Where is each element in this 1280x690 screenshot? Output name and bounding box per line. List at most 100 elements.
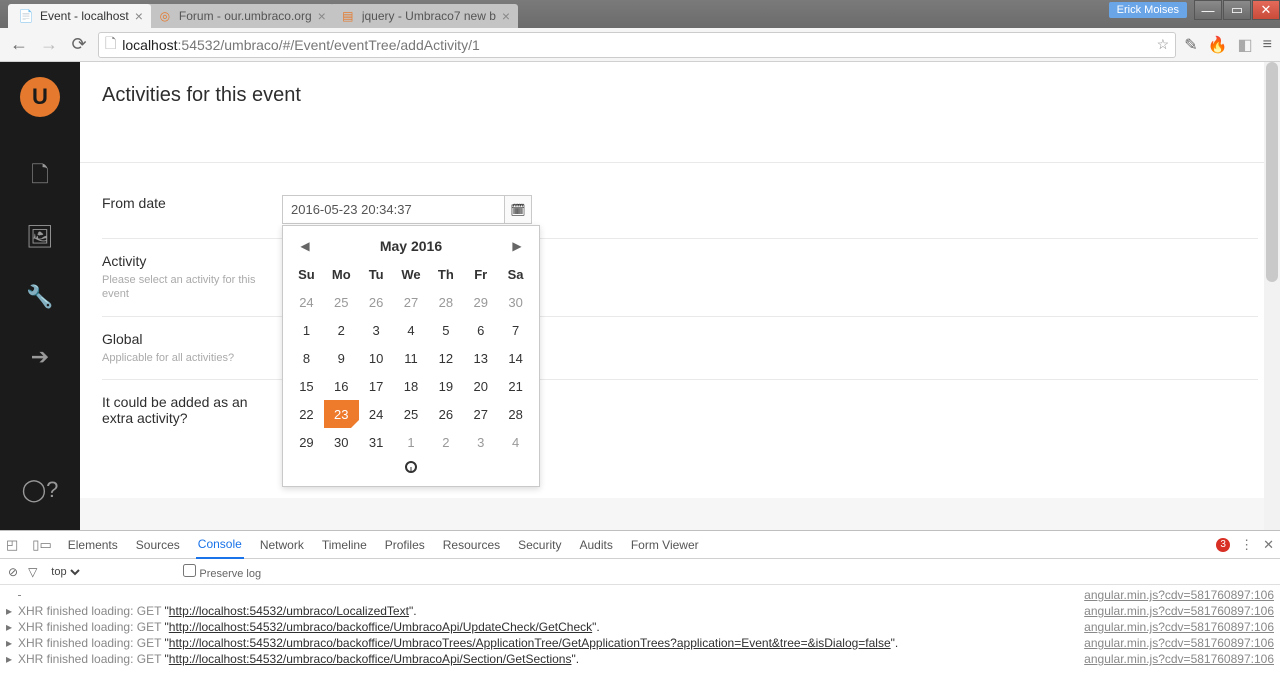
- devtools-tab-network[interactable]: Network: [258, 531, 306, 559]
- datepicker-day[interactable]: 9: [324, 344, 359, 372]
- pen-extension-icon[interactable]: ✎: [1184, 35, 1197, 55]
- datepicker-day[interactable]: 14: [498, 344, 533, 372]
- devtools-tab-resources[interactable]: Resources: [441, 531, 502, 559]
- section-settings-icon[interactable]: 🔧: [0, 267, 80, 327]
- datepicker-day[interactable]: 27: [394, 288, 429, 316]
- datepicker-day[interactable]: 3: [463, 428, 498, 456]
- time-picker-toggle-icon[interactable]: [405, 461, 417, 473]
- datepicker-day[interactable]: 5: [428, 316, 463, 344]
- datepicker-day[interactable]: 18: [394, 372, 429, 400]
- url-input[interactable]: 🗋 localhost:54532/umbraco/#/Event/eventT…: [98, 32, 1176, 58]
- datepicker-day[interactable]: 2: [324, 316, 359, 344]
- datepicker-day[interactable]: 6: [463, 316, 498, 344]
- devtools-tab-form-viewer[interactable]: Form Viewer: [629, 531, 701, 559]
- datepicker-day[interactable]: 11: [394, 344, 429, 372]
- datepicker-dow: Tu: [359, 260, 394, 288]
- device-toggle-icon[interactable]: ▯▭: [32, 537, 51, 553]
- datepicker-day[interactable]: 1: [394, 428, 429, 456]
- bookmark-star-icon[interactable]: ☆: [1157, 36, 1170, 53]
- help-icon[interactable]: ◯?: [0, 460, 80, 520]
- browser-tab[interactable]: ▤ jquery - Umbraco7 new b ×: [330, 4, 518, 28]
- datepicker-day[interactable]: 30: [498, 288, 533, 316]
- datepicker-day[interactable]: 16: [324, 372, 359, 400]
- datepicker-day[interactable]: 13: [463, 344, 498, 372]
- inspect-icon[interactable]: ◰: [6, 537, 18, 553]
- datepicker-day[interactable]: 29: [289, 428, 324, 456]
- console-log-line[interactable]: ▸XHR finished loading: GET "http://local…: [6, 635, 1274, 651]
- datepicker-day[interactable]: 24: [359, 400, 394, 428]
- devtools-tab-elements[interactable]: Elements: [66, 531, 120, 559]
- next-month-button[interactable]: ▶: [507, 239, 527, 253]
- umbraco-logo-icon[interactable]: U: [20, 77, 60, 117]
- devtools-menu-icon[interactable]: ⋮: [1240, 537, 1253, 553]
- devtools-tab-console[interactable]: Console: [196, 531, 244, 559]
- section-content-icon[interactable]: 🗋: [0, 147, 80, 207]
- devtools-tab-profiles[interactable]: Profiles: [383, 531, 427, 559]
- devtools-tab-timeline[interactable]: Timeline: [320, 531, 369, 559]
- calendar-toggle-button[interactable]: 🗓: [504, 195, 532, 224]
- forward-button[interactable]: →: [38, 34, 60, 55]
- from-date-input[interactable]: [282, 195, 504, 224]
- back-button[interactable]: ←: [8, 34, 30, 55]
- chrome-user-badge[interactable]: Erick Moises: [1109, 2, 1187, 18]
- datepicker-day[interactable]: 28: [498, 400, 533, 428]
- datepicker-day[interactable]: 26: [428, 400, 463, 428]
- tab-close-icon[interactable]: ×: [318, 8, 326, 24]
- console-log-line[interactable]: ▸XHR finished loading: GET "http://local…: [6, 603, 1274, 619]
- window-close-button[interactable]: ✕: [1252, 0, 1280, 20]
- browser-tab-active[interactable]: 📄 Event - localhost ×: [8, 4, 151, 28]
- datepicker-day[interactable]: 15: [289, 372, 324, 400]
- error-count-icon[interactable]: 3: [1216, 538, 1230, 552]
- preserve-log-checkbox[interactable]: Preserve log: [183, 564, 261, 580]
- section-media-icon[interactable]: 🖼: [0, 207, 80, 267]
- datepicker-day[interactable]: 1: [289, 316, 324, 344]
- reload-button[interactable]: ⟳: [68, 34, 90, 55]
- devtools-tab-sources[interactable]: Sources: [134, 531, 182, 559]
- datepicker-day[interactable]: 27: [463, 400, 498, 428]
- window-maximize-button[interactable]: ▭: [1223, 0, 1251, 20]
- extension-icon[interactable]: ◧: [1238, 35, 1253, 55]
- scrollbar[interactable]: [1264, 62, 1280, 530]
- window-minimize-button[interactable]: —: [1194, 0, 1222, 20]
- chrome-menu-icon[interactable]: ≡: [1263, 36, 1272, 54]
- datepicker-day[interactable]: 23: [324, 400, 359, 428]
- console-log-line[interactable]: ▸XHR finished loading: GET "http://local…: [6, 619, 1274, 635]
- section-arrow-icon[interactable]: ➔: [0, 327, 80, 387]
- datepicker-day[interactable]: 25: [394, 400, 429, 428]
- datepicker-day[interactable]: 30: [324, 428, 359, 456]
- datepicker-day[interactable]: 4: [394, 316, 429, 344]
- datepicker-day[interactable]: 19: [428, 372, 463, 400]
- browser-tab[interactable]: ◎ Forum - our.umbraco.org ×: [147, 4, 334, 28]
- context-selector[interactable]: top: [47, 565, 83, 579]
- datepicker-day[interactable]: 29: [463, 288, 498, 316]
- datepicker-day[interactable]: 4: [498, 428, 533, 456]
- prev-month-button[interactable]: ◀: [295, 239, 315, 253]
- datepicker-day[interactable]: 2: [428, 428, 463, 456]
- datepicker-day[interactable]: 22: [289, 400, 324, 428]
- console-log-line[interactable]: ▸XHR finished loading: GET "http://local…: [6, 651, 1274, 667]
- datepicker-day[interactable]: 31: [359, 428, 394, 456]
- devtools-tab-audits[interactable]: Audits: [577, 531, 614, 559]
- fire-extension-icon[interactable]: 🔥: [1208, 35, 1228, 55]
- datepicker-day[interactable]: 8: [289, 344, 324, 372]
- datepicker-day[interactable]: 3: [359, 316, 394, 344]
- tab-close-icon[interactable]: ×: [135, 8, 143, 24]
- datepicker-day[interactable]: 12: [428, 344, 463, 372]
- devtools-tab-security[interactable]: Security: [516, 531, 563, 559]
- datepicker-day[interactable]: 24: [289, 288, 324, 316]
- datepicker-day[interactable]: 26: [359, 288, 394, 316]
- tab-close-icon[interactable]: ×: [502, 8, 510, 24]
- datepicker-dow: Th: [428, 260, 463, 288]
- datepicker-day[interactable]: 10: [359, 344, 394, 372]
- datepicker-day[interactable]: 7: [498, 316, 533, 344]
- datepicker-month[interactable]: May 2016: [380, 238, 442, 254]
- umbraco-favicon-icon: ◎: [157, 8, 173, 24]
- datepicker-day[interactable]: 17: [359, 372, 394, 400]
- datepicker-day[interactable]: 25: [324, 288, 359, 316]
- datepicker-day[interactable]: 21: [498, 372, 533, 400]
- devtools-close-icon[interactable]: ✕: [1263, 537, 1274, 553]
- datepicker-day[interactable]: 20: [463, 372, 498, 400]
- filter-icon[interactable]: ▽: [28, 565, 37, 579]
- clear-console-icon[interactable]: ⊘: [8, 565, 18, 579]
- datepicker-day[interactable]: 28: [428, 288, 463, 316]
